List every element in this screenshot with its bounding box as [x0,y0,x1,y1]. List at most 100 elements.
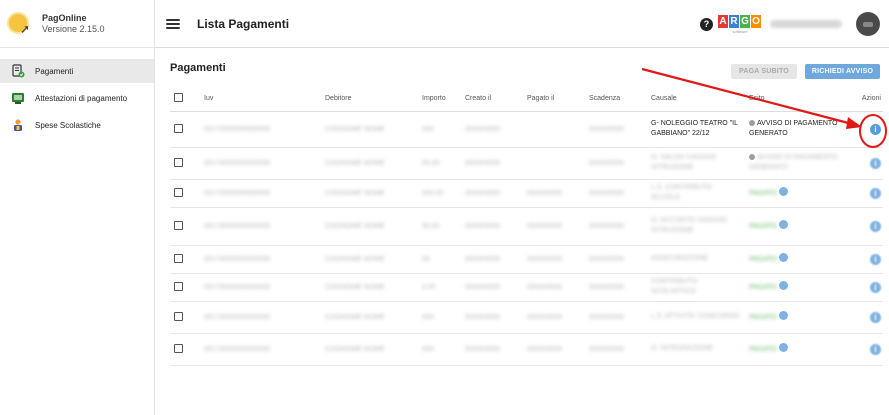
row-select-cell [170,333,200,366]
receipt-chip-icon[interactable] [779,253,789,263]
row-checkbox[interactable] [174,281,183,291]
cell-debitore: COGNOME NOME [321,333,418,366]
cell-iuv: 00170000000000000 [200,301,321,334]
importo-value: 0,00 [422,283,436,291]
receipt-chip-icon[interactable] [779,220,789,230]
col-scadenza[interactable]: Scadenza [585,87,647,112]
cell-creato: 00/00/0000 [461,301,523,334]
col-creato[interactable]: Creato il [461,87,523,112]
col-iuv[interactable]: Iuv [200,87,321,112]
table-row[interactable]: 00170000000000000 COGNOME NOME 000 00/00/00… [170,333,883,366]
scadenza-value: 00/00/0000 [589,189,625,197]
user-avatar[interactable] [856,12,880,36]
cell-debitore: COGNOME NOME [321,111,418,148]
info-icon[interactable]: i [870,253,881,265]
table-row[interactable]: 00170000000000000 COGNOME NOME 000 00/00/00… [170,301,883,334]
cell-creato: 00/00/0000 [461,333,523,366]
cell-debitore: COGNOME NOME [321,245,418,274]
info-icon[interactable]: i [870,187,881,199]
row-checkbox[interactable] [174,187,183,197]
table-row[interactable]: 00170000000000000 COGNOME NOME 00 00/00/000… [170,245,883,274]
cell-importo: 00,00 [418,207,461,246]
col-pagato[interactable]: Pagato il [523,87,585,112]
scadenza-value: 00/00/0000 [589,159,625,167]
debitore-value: COGNOME NOME [325,159,385,167]
cell-debitore: COGNOME NOME [321,273,418,302]
info-icon[interactable]: i [870,220,881,232]
status-dot-icon [749,154,755,161]
cell-causale: G- INTEGRAZIONE [647,333,745,366]
info-icon[interactable]: i [870,311,881,323]
scadenza-value: 00/00/0000 [589,283,625,291]
table-row[interactable]: 00170000000000000 COGNOME NOME 00,00 00/00/… [170,147,883,180]
richiedi-avviso-button[interactable]: RICHIEDI AVVISO [805,64,880,79]
info-icon[interactable]: i [870,281,881,293]
receipt-chip-icon[interactable] [779,187,789,197]
cell-pagato: 00/00/0000 [523,273,585,302]
cell-causale: G- SALDO VIAGGIO ISTRUZIONE [647,147,745,180]
cell-azioni: i [848,147,883,180]
row-checkbox[interactable] [174,253,183,263]
table-row[interactable]: 00170000000000000 COGNOME NOME 00,00 00/00/… [170,207,883,246]
cell-pagato [523,147,585,180]
student-icon [10,117,26,133]
iuv-value: 00170000000000000 [204,255,271,263]
col-importo[interactable]: Importo [418,87,461,112]
section-title: Pagamenti [170,62,226,74]
esito-value: AVVISO DI PAGAMENTO GENERATO [749,154,838,171]
cell-creato: 00/00/0000 [461,147,523,180]
table-row[interactable]: 00170000000000000 COGNOME NOME 0,00 00/00/0… [170,273,883,302]
row-checkbox[interactable] [174,311,183,321]
sidebar-item-pagamenti[interactable]: Pagamenti [0,59,154,83]
receipt-chip-icon[interactable] [779,281,789,291]
cell-azioni: i [848,207,883,246]
cell-creato: 00/00/0000 [461,245,523,274]
causale-value: G- NOLEGGIO TEATRO "IL GABBIANO" 22/12 [651,120,738,137]
app-brand[interactable]: ➚ PagOnline Versione 2.15.0 [0,0,154,48]
sidebar-item-label: Attestazioni di pagamento [35,93,128,103]
select-all-checkbox[interactable] [174,93,183,103]
table-row[interactable]: 00170000000000000 COGNOME NOME 000,00 00/00… [170,179,883,208]
col-esito[interactable]: Esito [745,87,848,112]
col-causale[interactable]: Causale [647,87,745,112]
cell-scadenza: 00/00/0000 [585,273,647,302]
sidebar-item-label: Spese Scolastiche [35,120,101,130]
help-icon[interactable]: ? [700,17,713,31]
pagato-value: 00/00/0000 [527,222,563,230]
receipt-chip-icon[interactable] [779,343,789,353]
receipt-chip-icon[interactable] [779,311,789,321]
cell-azioni: i [848,301,883,334]
row-checkbox[interactable] [174,157,183,167]
causale-value: L.S. ATTIVITA' CONCORSO [651,313,740,321]
hamburger-menu-icon[interactable] [166,18,180,29]
cell-esito: PAGATO [745,179,848,208]
col-debitore[interactable]: Debitore [321,87,418,112]
cell-creato: 00/00/0000 [461,179,523,208]
info-icon[interactable]: i [870,123,881,135]
user-name[interactable] [770,20,842,28]
causale-value: CONTRIBUTO SCOLASTICO [651,278,698,295]
cell-esito: AVVISO DI PAGAMENTO GENERATO [745,147,848,180]
cell-scadenza: 00/00/0000 [585,245,647,274]
col-azioni: Azioni [848,87,883,112]
cell-iuv: 00170000000000000 [200,207,321,246]
cell-iuv: 00170000000000000 [200,147,321,180]
sidebar-item-spese-scolastiche[interactable]: Spese Scolastiche [0,113,154,137]
info-icon[interactable]: i [870,343,881,355]
row-checkbox[interactable] [174,220,183,230]
importo-value: 000 [422,345,434,353]
scadenza-value: 00/00/0000 [589,125,625,133]
info-icon[interactable]: i [870,157,881,169]
sidebar-item-attestazioni[interactable]: Attestazioni di pagamento [0,86,154,110]
row-select-cell [170,273,200,302]
paga-subito-button[interactable]: PAGA SUBITO [731,64,797,79]
row-checkbox[interactable] [174,343,183,353]
iuv-value: 00170000000000000 [204,283,271,291]
debitore-value: COGNOME NOME [325,222,385,230]
table-header: Iuv Debitore Importo Creato il Pagato il… [170,87,883,112]
row-checkbox[interactable] [174,123,183,133]
cell-causale: ASSICURAZIONE [647,245,745,274]
cell-debitore: COGNOME NOME [321,147,418,180]
scadenza-value: 00/00/0000 [589,345,625,353]
table-row[interactable]: 00170000000000000 COGNOME NOME 000 00/00/00… [170,111,883,148]
